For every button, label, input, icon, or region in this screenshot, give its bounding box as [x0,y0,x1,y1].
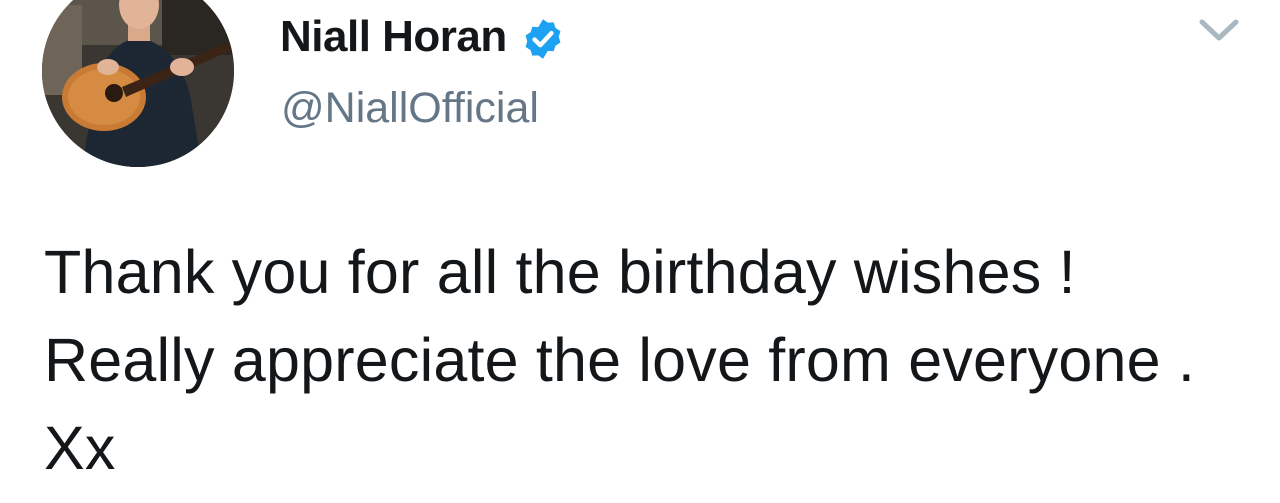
avatar[interactable] [42,0,234,167]
tweet-card: Niall Horan @NiallOfficial Thank you for… [0,0,1280,503]
author-display-name[interactable]: Niall Horan [280,12,507,62]
author-handle[interactable]: @NiallOfficial [281,84,539,133]
avatar-image [42,0,234,167]
author-name-row[interactable]: Niall Horan [280,12,565,62]
tweet-text: Thank you for all the birthday wishes ! … [44,238,1196,482]
verified-badge-icon [525,19,561,59]
chevron-down-icon[interactable] [1196,14,1242,46]
